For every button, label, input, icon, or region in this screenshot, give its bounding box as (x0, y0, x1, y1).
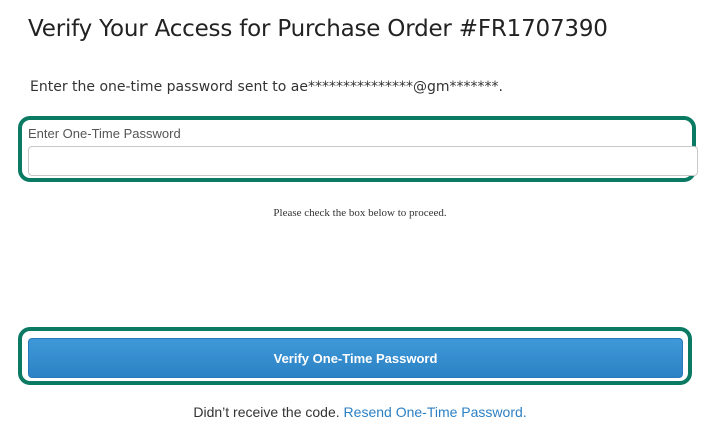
resend-prompt: Didn’t receive the code. (193, 404, 340, 420)
resend-otp-link[interactable]: Resend One-Time Password. (344, 404, 527, 420)
resend-line: Didn’t receive the code. Resend One-Time… (0, 404, 720, 420)
page-title: Verify Your Access for Purchase Order #F… (28, 16, 608, 42)
otp-field-label: Enter One-Time Password (28, 126, 181, 141)
verify-otp-button[interactable]: Verify One-Time Password (28, 338, 683, 378)
otp-input[interactable] (28, 146, 698, 176)
otp-instruction-text: Enter the one-time password sent to ae**… (30, 79, 503, 95)
captcha-note: Please check the box below to proceed. (273, 207, 447, 219)
